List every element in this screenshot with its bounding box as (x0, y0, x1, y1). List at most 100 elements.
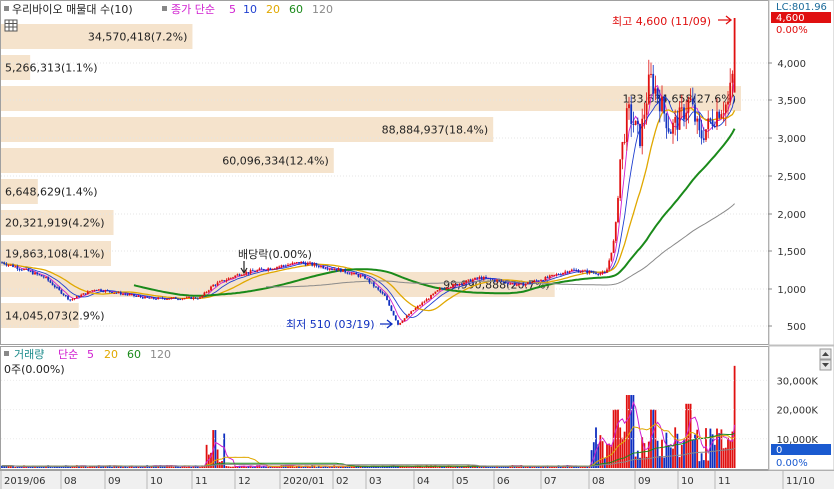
volume-bar (377, 466, 380, 468)
candle-body (445, 288, 448, 290)
volume-bar (115, 466, 118, 468)
candle-body (355, 272, 358, 275)
volume-bar (254, 467, 256, 468)
volume-profile-label: 88,884,937(18.4%) (382, 124, 489, 137)
x-axis-label: 11 (195, 476, 208, 487)
candle-body (436, 290, 439, 292)
candle-body (146, 296, 149, 298)
ma-legend-item: 60 (289, 3, 303, 16)
volume-bar (452, 466, 454, 468)
candle-body (170, 297, 173, 299)
candle-body (375, 286, 377, 288)
volume-bar (42, 466, 45, 468)
candle-body (245, 272, 248, 275)
candle-body (467, 279, 470, 281)
candle-body (645, 103, 648, 115)
candle-body (25, 268, 28, 270)
candle-body (86, 291, 89, 295)
candle-body (311, 262, 314, 266)
candle-body (691, 98, 694, 105)
candle-body (342, 269, 344, 272)
candle-body (227, 278, 230, 281)
price-axis-label: 500 (787, 322, 806, 333)
candle-body (718, 111, 721, 118)
candle-body (223, 280, 226, 282)
candle-body (513, 283, 516, 286)
candle-body (256, 270, 259, 272)
volume-current-pct: 0.00% (776, 458, 808, 469)
candle-body (34, 272, 36, 275)
candle-body (658, 97, 661, 112)
candle-body (236, 274, 239, 276)
candle-body (108, 290, 111, 292)
candle-body (254, 271, 256, 273)
candle-body (667, 128, 670, 132)
x-axis-label: 06 (497, 476, 510, 487)
candle-body (262, 269, 265, 271)
candle-body (713, 125, 716, 127)
candle-body (641, 118, 644, 147)
candle-body (685, 112, 688, 120)
candle-body (1, 262, 3, 264)
candle-body (47, 277, 50, 281)
candle-body (639, 123, 641, 147)
candle-body (531, 281, 534, 284)
candle-body (698, 118, 701, 131)
candle-body (504, 281, 507, 284)
volume-ma-legend-item: 5 (87, 348, 94, 361)
volume-profile-label: 14,045,073(2.9%) (5, 310, 105, 323)
candle-body (119, 292, 122, 295)
candle-body (122, 293, 124, 295)
dividend-annotation: 배당락(0.00%) (238, 248, 312, 261)
volume-zero-label: 0주(0.00%) (4, 363, 65, 376)
candle-body (526, 282, 529, 284)
volume-bar (564, 466, 567, 468)
candle-body (188, 297, 190, 299)
volume-bar (14, 466, 17, 468)
volume-bar (683, 439, 685, 468)
candle-body (537, 280, 540, 282)
ma-legend-item: 20 (266, 3, 280, 16)
candle-body (205, 291, 208, 293)
candle-body (364, 275, 366, 279)
volume-bar (265, 466, 267, 468)
candle-body (320, 266, 322, 268)
candle-body (533, 280, 536, 282)
candle-body (465, 280, 468, 283)
candle-body (67, 295, 69, 300)
candle-body (243, 274, 245, 276)
scroll-down-button[interactable] (819, 359, 832, 371)
candle-body (172, 297, 175, 299)
candle-body (315, 263, 318, 266)
candle-body (75, 296, 78, 299)
candle-body (269, 268, 272, 270)
candle-body (553, 274, 556, 276)
price-axis-label: 3,000 (777, 134, 806, 145)
candle-body (27, 268, 30, 272)
candle-body (91, 290, 94, 292)
volume-bar (449, 466, 452, 468)
volume-bar (674, 427, 677, 468)
candle-body (405, 315, 408, 319)
candle-body (480, 276, 483, 280)
candle-body (36, 272, 39, 275)
candle-body (377, 287, 380, 290)
x-axis-label: 11/10 (786, 476, 815, 487)
scroll-up-button[interactable] (819, 348, 832, 360)
candle-body (18, 269, 21, 271)
candle-body (551, 274, 553, 276)
candle-body (562, 272, 564, 275)
candle-body (568, 270, 571, 273)
candle-body (258, 268, 261, 271)
candle-body (729, 82, 732, 102)
volume-bar (586, 466, 589, 468)
table-icon[interactable] (4, 19, 18, 32)
candle-body (89, 291, 91, 293)
candle-body (40, 274, 43, 277)
candle-body (555, 274, 558, 276)
candle-body (247, 272, 250, 274)
candle-body (590, 270, 593, 273)
candle-body (7, 264, 10, 266)
candle-body (650, 73, 652, 75)
candle-body (214, 284, 217, 286)
